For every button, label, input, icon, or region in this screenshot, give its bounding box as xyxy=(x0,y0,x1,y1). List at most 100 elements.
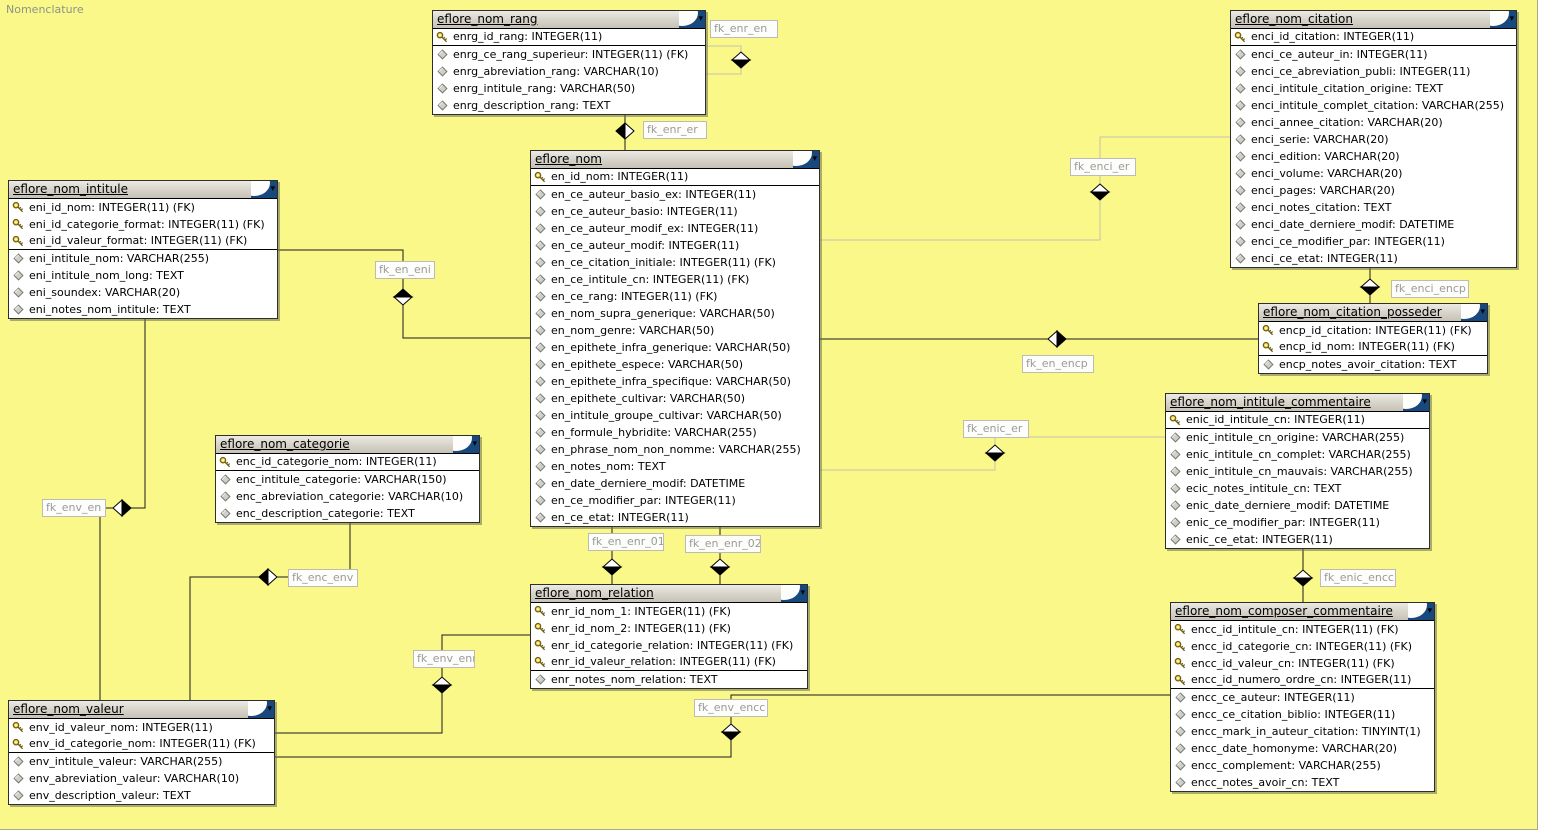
diamond-icon xyxy=(1234,48,1247,61)
table-header[interactable]: eflore_nom_categorie▾ xyxy=(216,436,479,454)
entity-table-eflore_nom_rang[interactable]: eflore_nom_rang ▾ enrg_id_rang: INTEGER(11… xyxy=(432,10,706,115)
field-label: en_epithete_espece: VARCHAR(50) xyxy=(551,358,743,371)
fk-label-fk_en_enr_01: fk_en_enr_01 xyxy=(588,533,664,551)
entity-table-eflore_nom_intitule[interactable]: eflore_nom_intitule▾eni_id_nom: INTEGER(… xyxy=(8,180,278,319)
dropdown-fold-icon[interactable]: ▾ xyxy=(1408,603,1434,620)
field-row: en_intitule_groupe_cultivar: VARCHAR(50) xyxy=(531,407,819,424)
diamond-icon xyxy=(436,65,449,78)
entity-table-eflore_nom_valeur[interactable]: eflore_nom_valeur▾env_id_valeur_nom: INT… xyxy=(8,700,275,805)
field-row: en_ce_auteur_basio_ex: INTEGER(11) xyxy=(531,186,819,203)
field-label: eni_soundex: VARCHAR(20) xyxy=(29,286,180,299)
key-icon xyxy=(534,656,547,669)
table-header[interactable]: eflore_nom_citation_posseder▾ xyxy=(1259,304,1487,322)
dropdown-fold-icon[interactable]: ▾ xyxy=(1403,394,1429,411)
entity-table-eflore_nom[interactable]: eflore_nom▾en_id_nom: INTEGER(11)en_ce_a… xyxy=(530,150,820,527)
relation-diamond-fk_env_enr xyxy=(433,677,451,693)
table-header[interactable]: eflore_nom_intitule▾ xyxy=(9,181,277,199)
field-label: en_epithete_infra_specifique: VARCHAR(50… xyxy=(551,375,791,388)
diamond-icon xyxy=(534,511,547,524)
table-name: eflore_nom_intitule_commentaire xyxy=(1170,395,1371,409)
field-label: en_intitule_groupe_cultivar: VARCHAR(50) xyxy=(551,409,782,422)
field-label: en_ce_etat: INTEGER(11) xyxy=(551,511,689,524)
field-row: en_phrase_nom_non_nomme: VARCHAR(255) xyxy=(531,441,819,458)
field-row: encc_id_intitule_cn: INTEGER(11) (FK) xyxy=(1171,621,1434,638)
entity-table-eflore_nom_relation[interactable]: eflore_nom_relation ▾enr_id_nom_1: INTEGE… xyxy=(530,584,808,689)
field-row: enic_ce_modifier_par: INTEGER(11) xyxy=(1166,514,1429,531)
key-icon xyxy=(219,456,232,469)
key-icon xyxy=(1234,31,1247,44)
dropdown-fold-icon[interactable]: ▾ xyxy=(1490,11,1516,28)
dropdown-fold-icon[interactable]: ▾ xyxy=(1461,304,1487,321)
diamond-icon xyxy=(1234,65,1247,78)
field-row: en_ce_citation_initiale: INTEGER(11) (FK… xyxy=(531,254,819,271)
entity-table-eflore_nom_intitule_commentaire[interactable]: eflore_nom_intitule_commentaire▾enic_id_… xyxy=(1165,393,1430,549)
field-row: en_epithete_infra_specifique: VARCHAR(50… xyxy=(531,373,819,390)
field-row: enr_id_nom_1: INTEGER(11) (FK) xyxy=(531,603,807,620)
field-label: en_notes_nom: TEXT xyxy=(551,460,666,473)
field-row: enc_abreviation_categorie: VARCHAR(10) xyxy=(216,488,479,505)
relation-diamond-fk_enr_er xyxy=(616,123,634,139)
field-row: enci_ce_abreviation_publi: INTEGER(11) xyxy=(1231,63,1516,80)
table-header[interactable]: eflore_nom▾ xyxy=(531,151,819,169)
field-label: enic_ce_modifier_par: INTEGER(11) xyxy=(1186,516,1380,529)
canvas-title: Nomenclature xyxy=(6,3,84,16)
fk-label-fk_enci_encp: fk_enci_encp xyxy=(1391,280,1469,298)
field-row: en_ce_rang: INTEGER(11) (FK) xyxy=(531,288,819,305)
entity-table-eflore_nom_categorie[interactable]: eflore_nom_categorie▾enc_id_categorie_no… xyxy=(215,435,480,523)
field-row: en_ce_intitule_cn: INTEGER(11) (FK) xyxy=(531,271,819,288)
field-row: enic_date_derniere_modif: DATETIME xyxy=(1166,497,1429,514)
field-row: eni_notes_nom_intitule: TEXT xyxy=(9,301,277,318)
diagram-canvas[interactable]: Nomenclature eflore_nom_rang ▾ enrg_id_ran… xyxy=(0,0,1538,830)
field-row: encc_id_numero_ordre_cn: INTEGER(11) xyxy=(1171,672,1434,689)
table-header[interactable]: eflore_nom_citation▾ xyxy=(1231,11,1516,29)
field-row: en_nom_genre: VARCHAR(50) xyxy=(531,322,819,339)
table-name: eflore_nom_valeur xyxy=(13,702,124,716)
table-header[interactable]: eflore_nom_rang ▾ xyxy=(433,11,705,29)
entity-table-eflore_nom_composer_commentaire[interactable]: eflore_nom_composer_commentaire▾encc_id_… xyxy=(1170,602,1435,792)
table-name: eflore_nom_rang xyxy=(437,12,537,26)
fk-label-fk_enr_en: fk_enr_en xyxy=(710,20,778,38)
table-name: eflore_nom_relation xyxy=(535,586,654,600)
field-row: eni_id_nom: INTEGER(11) (FK) xyxy=(9,199,277,216)
diamond-icon xyxy=(12,755,25,768)
relation-diamond-fk_en_enr_02 xyxy=(711,559,729,575)
relation-diamond-fk_enr_en xyxy=(732,52,750,68)
diamond-icon xyxy=(12,303,25,316)
field-label: enrg_id_rang: INTEGER(11) xyxy=(453,30,602,43)
field-row: en_ce_auteur_modif_ex: INTEGER(11) xyxy=(531,220,819,237)
dropdown-fold-icon[interactable]: ▾ xyxy=(679,11,705,28)
dropdown-fold-icon[interactable]: ▾ xyxy=(793,151,819,168)
fk-label-fk_env_enr: fk_env_enr xyxy=(413,650,475,668)
entity-table-eflore_nom_citation_posseder[interactable]: eflore_nom_citation_posseder▾encp_id_cit… xyxy=(1258,303,1488,374)
field-row: enci_id_citation: INTEGER(11) xyxy=(1231,29,1516,46)
dropdown-fold-icon[interactable]: ▾ xyxy=(781,585,807,602)
key-icon xyxy=(1262,341,1275,354)
field-row: enrg_id_rang: INTEGER(11) xyxy=(433,29,705,46)
diamond-icon xyxy=(534,290,547,303)
table-header[interactable]: eflore_nom_valeur ▾ xyxy=(9,701,274,719)
key-icon xyxy=(1174,640,1187,653)
dropdown-fold-icon[interactable]: ▾ xyxy=(248,701,274,718)
field-row: enci_volume: VARCHAR(20) xyxy=(1231,165,1516,182)
field-row: enci_edition: VARCHAR(20) xyxy=(1231,148,1516,165)
dropdown-fold-icon[interactable]: ▾ xyxy=(453,436,479,453)
table-header[interactable]: eflore_nom_relation ▾ xyxy=(531,585,807,603)
field-label: encc_mark_in_auteur_citation: TINYINT(1) xyxy=(1191,725,1421,738)
fk-label-fk_en_eni: fk_en_eni xyxy=(375,261,435,279)
dropdown-fold-icon[interactable]: ▾ xyxy=(251,181,277,198)
field-label: enci_annee_citation: VARCHAR(20) xyxy=(1251,116,1443,129)
field-label: encc_id_valeur_cn: INTEGER(11) (FK) xyxy=(1191,657,1395,670)
diamond-icon xyxy=(1234,235,1247,248)
field-label: eni_intitule_nom_long: TEXT xyxy=(29,269,184,282)
field-row: en_epithete_infra_generique: VARCHAR(50) xyxy=(531,339,819,356)
diamond-icon xyxy=(12,772,25,785)
table-header[interactable]: eflore_nom_intitule_commentaire ▾ xyxy=(1166,394,1429,412)
diamond-icon xyxy=(1234,116,1247,129)
entity-table-eflore_nom_citation[interactable]: eflore_nom_citation▾enci_id_citation: IN… xyxy=(1230,10,1517,268)
field-row: env_intitule_valeur: VARCHAR(255) xyxy=(9,753,274,770)
key-icon xyxy=(1174,674,1187,687)
table-header[interactable]: eflore_nom_composer_commentaire▾ xyxy=(1171,603,1434,621)
diamond-icon xyxy=(436,82,449,95)
field-label: eni_intitule_nom: VARCHAR(255) xyxy=(29,252,209,265)
fk-label-fk_enic_encc: fk_enic_encc xyxy=(1320,569,1396,587)
